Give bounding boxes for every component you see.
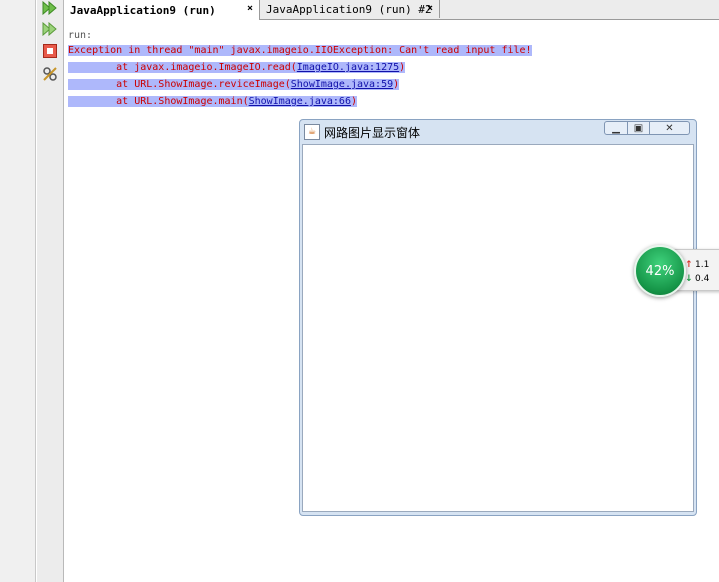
tab-javaapplication9-run-2[interactable]: JavaApplication9 (run) #2 × <box>260 0 440 18</box>
window-title: 网路图片显示窗体 <box>324 125 421 140</box>
tab-label: JavaApplication9 (run) #2 <box>266 2 432 16</box>
download-arrow-icon: ↓ <box>685 274 693 284</box>
tab-close-icon[interactable]: × <box>427 3 433 14</box>
double-play-icon <box>42 1 57 15</box>
close-button[interactable]: ✕ <box>650 121 690 135</box>
rerun-button[interactable] <box>42 0 58 16</box>
java-cup-icon: ☕ <box>304 124 320 140</box>
output-toolbar <box>37 0 64 582</box>
window-titlebar[interactable]: ☕ 网路图片显示窗体 <box>304 121 420 143</box>
stack-suffix: ) <box>393 79 400 90</box>
image-viewer-window: ☕ 网路图片显示窗体 ▁ ▣ ✕ <box>299 119 697 516</box>
stack-line: at URL.ShowImage.main(ShowImage.java:66) <box>68 93 358 110</box>
close-icon: ✕ <box>665 122 674 134</box>
stack-link[interactable]: ShowImage.java:59 <box>291 79 393 90</box>
upload-value: 1.1 <box>695 260 710 270</box>
memory-percent: 42% <box>645 263 675 279</box>
output-tabbar: JavaApplication9 (run) × JavaApplication… <box>64 0 719 20</box>
gutter-divider <box>35 0 36 582</box>
minimize-icon: ▁ <box>612 122 620 134</box>
download-row: ↓ 0.4 <box>685 274 709 284</box>
maximize-button[interactable]: ▣ <box>628 121 650 135</box>
stack-line: at URL.ShowImage.reviceImage(ShowImage.j… <box>68 76 400 93</box>
window-content <box>302 144 694 512</box>
exception-text: Exception in thread "main" javax.imageio… <box>68 45 532 56</box>
stack-prefix: at javax.imageio.ImageIO.read( <box>68 62 297 73</box>
tab-label: JavaApplication9 (run) <box>70 3 216 17</box>
stop-icon <box>43 44 57 58</box>
stack-suffix: ) <box>399 62 406 73</box>
stack-prefix: at URL.ShowImage.reviceImage( <box>68 79 291 90</box>
left-gutter <box>0 0 36 582</box>
double-play-icon <box>42 22 57 36</box>
tab-javaapplication9-run[interactable]: JavaApplication9 (run) × <box>64 0 260 20</box>
exception-line: Exception in thread "main" javax.imageio… <box>68 42 532 59</box>
download-value: 0.4 <box>695 274 710 284</box>
settings-button[interactable] <box>42 66 58 82</box>
maximize-icon: ▣ <box>633 122 644 134</box>
tab-close-icon[interactable]: × <box>247 3 253 14</box>
minimize-button[interactable]: ▁ <box>604 121 628 135</box>
stop-button[interactable] <box>42 43 58 59</box>
stack-prefix: at URL.ShowImage.main( <box>68 96 249 107</box>
upload-row: ↑ 1.1 <box>685 260 709 270</box>
stack-link[interactable]: ImageIO.java:1275 <box>297 62 399 73</box>
stack-link[interactable]: ShowImage.java:66 <box>249 96 351 107</box>
rerun-with-args-button[interactable] <box>42 21 58 37</box>
upload-arrow-icon: ↑ <box>685 260 693 270</box>
tools-icon <box>43 67 57 81</box>
stack-suffix: ) <box>350 96 358 107</box>
window-controls: ▁ ▣ ✕ <box>604 121 690 137</box>
stack-line: at javax.imageio.ImageIO.read(ImageIO.ja… <box>68 59 406 76</box>
memory-percent-ball[interactable]: 42% <box>634 245 686 297</box>
